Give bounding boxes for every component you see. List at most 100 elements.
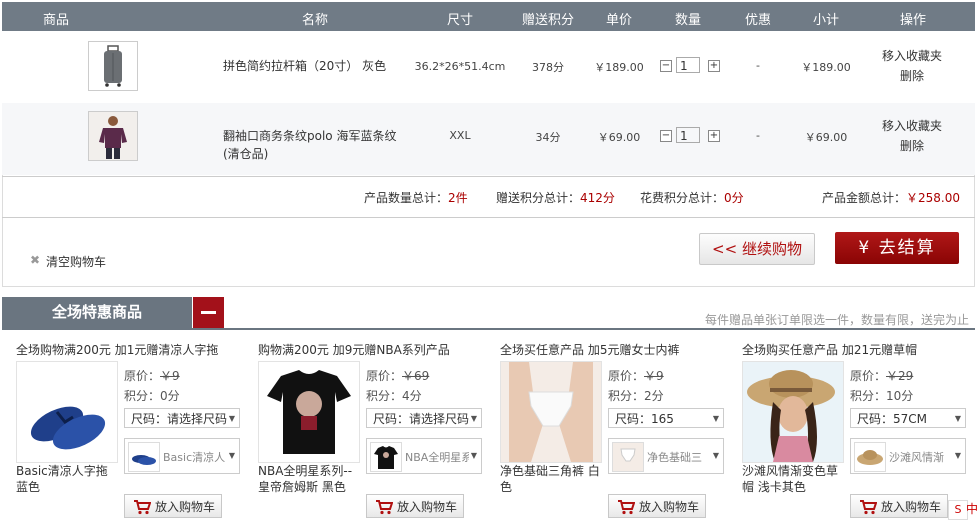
- chevron-down-icon: ▼: [228, 451, 235, 460]
- polo-shirt-image[interactable]: [88, 111, 138, 161]
- add-to-cart-label: 放入购物车: [639, 500, 700, 514]
- variant-select[interactable]: NBA全明星系 ▼: [366, 438, 482, 474]
- size-select[interactable]: 尺码：请选择尺码 ▼: [366, 408, 482, 428]
- variant-label: 净色基础三: [647, 451, 702, 464]
- promo-card: 全场买任意产品 加5元赠女士内裤 净色基础三角裤 白色 原价：￥9 积分：2分 …: [500, 341, 736, 523]
- cart-item-row: 翻袖口商务条纹polo 海军蓝条纹 (清仓品) XXL 34分 ￥69.00 −…: [2, 103, 975, 175]
- product-discount: -: [756, 59, 760, 72]
- add-to-cart-label: 放入购物车: [155, 500, 216, 514]
- product-discount: -: [756, 129, 760, 142]
- original-price-value: ￥9: [644, 369, 664, 383]
- total-amount-value: ￥258.00: [906, 191, 961, 205]
- total-amount-label: 产品金额总计：: [822, 191, 907, 205]
- variant-select[interactable]: 沙滩风情渐 ▼: [850, 438, 966, 474]
- product-name-note: (清仓品): [223, 147, 269, 161]
- original-price-label: 原价：: [124, 369, 161, 383]
- header-price: 单价: [605, 13, 633, 28]
- plus-icon[interactable]: +: [708, 60, 720, 72]
- underwear-image[interactable]: [500, 361, 602, 463]
- add-to-cart-button[interactable]: 放入购物车: [124, 494, 222, 518]
- flip-flops-image[interactable]: [16, 361, 118, 463]
- header-points: 赠送积分: [521, 13, 575, 28]
- nba-tshirt-image[interactable]: [258, 361, 360, 463]
- total-spent-value: 0分: [724, 191, 744, 205]
- cart-icon: [860, 500, 877, 515]
- add-to-cart-button[interactable]: 放入购物车: [366, 494, 464, 518]
- total-count-label: 产品数量总计：: [364, 191, 449, 205]
- promo-card-name[interactable]: Basic清凉人字拖 蓝色: [16, 463, 116, 495]
- original-price-label: 原价：: [850, 369, 887, 383]
- promo-note: 每件赠品单张订单限选一件，数量有限，送完为止: [704, 313, 969, 327]
- clear-cart-label: 清空购物车: [46, 255, 107, 269]
- size-select[interactable]: 尺码：165 ▼: [608, 408, 724, 428]
- original-price-value: ￥69: [402, 369, 430, 383]
- product-points: 378分: [532, 61, 564, 74]
- promo-points: 积分：4分: [366, 389, 422, 403]
- delete-link[interactable]: 删除: [882, 66, 942, 86]
- size-select[interactable]: 尺码：请选择尺码 ▼: [124, 408, 240, 428]
- total-spent-points: 花费积分总计：0分: [640, 189, 744, 206]
- promo-title: 全场特惠商品: [2, 297, 192, 328]
- size-select[interactable]: 尺码：57CM ▼: [850, 408, 966, 428]
- product-name-line[interactable]: 翻袖口商务条纹polo 海军蓝条纹: [223, 127, 396, 145]
- promo-points: 积分：0分: [124, 389, 180, 403]
- size-select-value: 尺码：57CM: [857, 412, 928, 426]
- promo-card-name[interactable]: 沙滩风情渐变色草帽 浅卡其色: [742, 463, 842, 495]
- original-price-label: 原价：: [608, 369, 645, 383]
- variant-thumbnail: [612, 442, 644, 472]
- total-points: 赠送积分总计：412分: [496, 189, 615, 206]
- collapse-icon[interactable]: [193, 297, 224, 328]
- variant-select[interactable]: 净色基础三 ▼: [608, 438, 724, 474]
- product-subtotal: ￥189.00: [801, 61, 851, 74]
- product-subtotal: ￥69.00: [804, 131, 848, 144]
- minus-icon[interactable]: −: [660, 60, 672, 72]
- ime-logo-icon[interactable]: S: [948, 500, 968, 520]
- add-to-cart-button[interactable]: 放入购物车: [850, 494, 948, 518]
- header-goods: 商品: [42, 13, 70, 28]
- size-select-value: 尺码：请选择尺码: [131, 412, 228, 426]
- checkout-button[interactable]: ¥ 去结算: [835, 232, 959, 264]
- straw-hat-image[interactable]: [742, 361, 844, 463]
- total-points-label: 赠送积分总计：: [496, 191, 581, 205]
- product-price: ￥69.00: [597, 131, 641, 144]
- luggage-image[interactable]: [88, 41, 138, 91]
- total-amount: 产品金额总计：￥258.00: [822, 189, 960, 206]
- size-select-value: 尺码：请选择尺码: [373, 412, 470, 426]
- header-subtotal: 小计: [812, 13, 840, 28]
- cart-icon: [618, 500, 635, 515]
- quantity-input[interactable]: 1: [676, 127, 700, 143]
- promo-card: 全场购买任意产品 加21元赠草帽 沙滩风情渐变色草帽 浅卡其色 原价：￥29 积…: [742, 341, 978, 523]
- promo-card-title: 全场买任意产品 加5元赠女士内裤: [500, 343, 680, 357]
- variant-label: NBA全明星系: [405, 451, 469, 464]
- variant-label: 沙滩风情渐: [889, 451, 944, 464]
- plus-icon[interactable]: +: [708, 130, 720, 142]
- promo-card-name[interactable]: NBA全明星系列--皇帝詹姆斯 黑色: [258, 463, 358, 495]
- continue-shopping-button[interactable]: << 继续购物: [699, 233, 815, 265]
- product-size: XXL: [449, 129, 471, 142]
- product-name[interactable]: 翻袖口商务条纹polo 海军蓝条纹 (清仓品): [223, 127, 396, 163]
- header-ops: 操作: [899, 13, 927, 28]
- original-price-value: ￥9: [160, 369, 180, 383]
- original-price: 原价：￥9: [608, 367, 664, 384]
- cart-item-row: 拼色简约拉杆箱（20寸） 灰色 36.2*26*51.4cm 378分 ￥189…: [2, 31, 975, 103]
- minus-icon[interactable]: −: [660, 130, 672, 142]
- promo-card-name[interactable]: 净色基础三角裤 白色: [500, 463, 600, 495]
- original-price-label: 原价：: [366, 369, 403, 383]
- cart-totals: 产品数量总计：2件 赠送积分总计：412分 花费积分总计：0分 产品金额总计：￥…: [2, 176, 975, 218]
- clear-cart-link[interactable]: ✖ 清空购物车: [30, 253, 107, 270]
- move-to-favorites-link[interactable]: 移入收藏夹: [882, 46, 942, 66]
- add-to-cart-button[interactable]: 放入购物车: [608, 494, 706, 518]
- product-size: 36.2*26*51.4cm: [414, 60, 506, 73]
- promo-section-header: 全场特惠商品 每件赠品单张订单限选一件，数量有限，送完为止: [2, 297, 975, 330]
- product-name[interactable]: 拼色简约拉杆箱（20寸） 灰色: [223, 57, 386, 75]
- ime-mode-indicator[interactable]: 中: [966, 500, 978, 517]
- quantity-input[interactable]: 1: [676, 57, 700, 73]
- original-price: 原价：￥69: [366, 367, 429, 384]
- promo-card: 购物满200元 加9元赠NBA系列产品 NBA全明星系列--皇帝詹姆斯 黑色 原…: [258, 341, 494, 523]
- variant-select[interactable]: Basic清凉人 ▼: [124, 438, 240, 474]
- move-to-favorites-link[interactable]: 移入收藏夹: [882, 116, 942, 136]
- variant-label: Basic清凉人: [163, 451, 226, 464]
- delete-link[interactable]: 删除: [882, 136, 942, 156]
- variant-thumbnail: [370, 442, 402, 472]
- close-icon: ✖: [30, 253, 41, 267]
